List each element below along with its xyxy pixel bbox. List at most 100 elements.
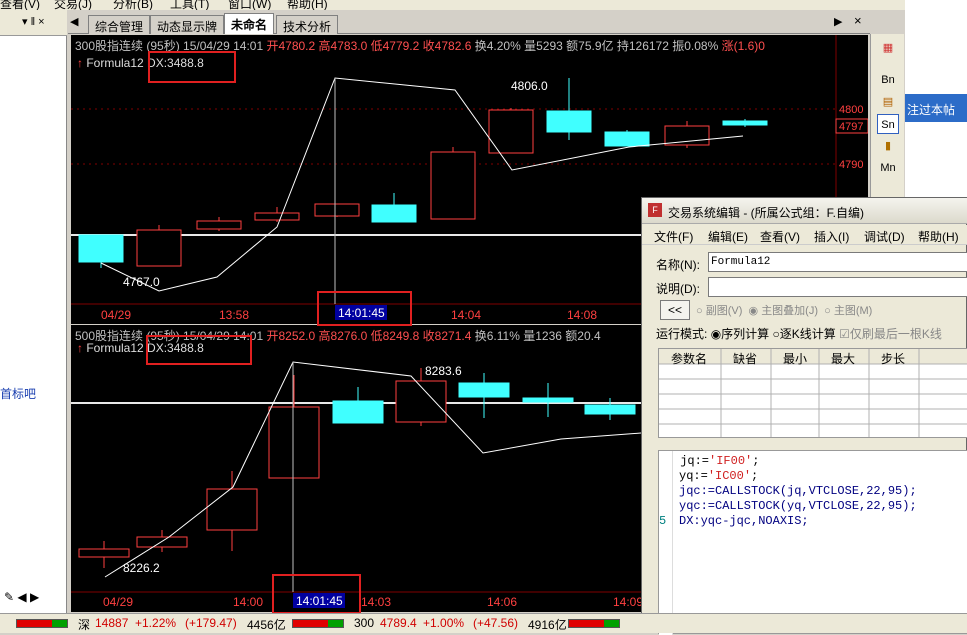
tab-next-icon[interactable]: ▶ [834, 15, 842, 28]
position: 持126172 [616, 39, 669, 53]
candle [206, 488, 258, 531]
market-breadth-bar-1 [16, 619, 68, 628]
tab-bar: ◀ 综合管理 动态显示牌 未命名 技术分析 ▶ × [68, 10, 870, 34]
annot-low: 4767.0 [123, 275, 160, 289]
tab-tech-analysis[interactable]: 技术分析 [276, 15, 339, 34]
highlight-box-time-2 [272, 574, 361, 614]
high-value: 高8276.0 [318, 329, 368, 343]
radio-sub-chart[interactable]: ○ [696, 305, 703, 317]
formula-editor-dialog: F 交易系统编辑 - (所属公式组：F.自编) 文件(F) 编辑(E) 查看(V… [641, 197, 967, 635]
refresh-last-label: 仅刷最后一根K线 [849, 327, 942, 341]
tab-close-icon[interactable]: × [854, 13, 862, 28]
sz-amount: 4456亿 [247, 618, 286, 632]
param-col-max: 最大 [831, 352, 856, 366]
description-input[interactable] [708, 277, 967, 297]
x-tick: 14:08 [567, 308, 597, 322]
right-panel-banner[interactable]: 注过本帖 [905, 94, 967, 122]
candle [314, 203, 360, 217]
param-col-default: 缺省 [733, 352, 758, 366]
hs300-index: 4789.4 [380, 616, 417, 630]
menubar: 查看(V) 交易(J) 分析(B) 工具(T) 窗口(W) 帮助(H) [0, 0, 905, 10]
market-breadth-bar-3 [568, 619, 620, 628]
candle [196, 220, 242, 230]
toolbar-mn[interactable]: Mn [877, 158, 899, 178]
tab-unnamed[interactable]: 未命名 [224, 13, 275, 34]
pen-icon[interactable]: ✎ [4, 590, 14, 604]
dialog-menu-help[interactable]: 帮助(H) [918, 228, 959, 245]
dialog-menu-insert[interactable]: 插入(I) [814, 228, 849, 245]
collapse-button[interactable]: << [660, 300, 690, 320]
x-tick: 14:04 [451, 308, 481, 322]
minute-icon[interactable]: ▮ [877, 136, 899, 156]
refresh-last-checkbox[interactable]: ☑ [839, 327, 850, 341]
candle [430, 151, 476, 220]
candle [664, 125, 710, 146]
toolbar-bn[interactable]: Bn [877, 70, 899, 90]
low-value: 低8249.8 [370, 329, 420, 343]
menu-help[interactable]: 帮助(H) [287, 0, 328, 10]
right-panel: 注过本帖 [905, 0, 967, 200]
dialog-menu-edit[interactable]: 编辑(E) [708, 228, 748, 245]
dialog-titlebar: F 交易系统编辑 - (所属公式组：F.自编) [642, 198, 967, 224]
candle [136, 229, 182, 267]
x-tick: 13:58 [219, 308, 249, 322]
radio-main-overlay[interactable]: ◉ [749, 305, 759, 317]
sz-change: +1.22% [135, 616, 177, 630]
x-tick: 14:06 [487, 595, 517, 609]
market-breadth-bar-2 [292, 619, 344, 628]
dialog-menu-view[interactable]: 查看(V) [760, 228, 800, 245]
period-icon[interactable]: ▤ [877, 92, 899, 112]
code-editor[interactable]: jq:='IF00'; yq:='IC00'; jqc:=CALLSTOCK(j… [658, 450, 967, 635]
chart-placement-group: ○ 副图(V) ◉ 主图叠加(J) ○ 主图(M) [696, 302, 872, 318]
left-panel-controls[interactable]: ▾ ‖ × [22, 15, 45, 28]
candle [546, 110, 592, 133]
param-col-min: 最小 [783, 352, 808, 366]
hs300-amount: 4916亿 [528, 618, 567, 632]
highlight-box-time-1 [317, 291, 412, 326]
radio-sequence-label: 序列计算 [721, 327, 770, 341]
dialog-app-icon: F [648, 203, 662, 217]
nav-prev-icon[interactable]: ◀ [17, 590, 26, 604]
annot-high: 4806.0 [511, 79, 548, 93]
sz-points: (+179.47) [185, 616, 237, 630]
chart-type-icon[interactable]: ▦ [877, 38, 899, 58]
rise-value: 涨(1.6)0 [721, 39, 765, 53]
tab-management[interactable]: 综合管理 [88, 15, 151, 34]
menu-view[interactable]: 查看(V) [0, 0, 40, 10]
highlight-box-dx-2 [146, 335, 252, 365]
dialog-menu-debug[interactable]: 调试(D) [864, 228, 905, 245]
tab-prev-icon[interactable]: ◀ [70, 15, 78, 28]
menu-tools[interactable]: 工具(T) [170, 0, 209, 10]
param-table[interactable]: 参数名 缺省 最小 最大 步长 [658, 348, 967, 438]
x-tick: 14:03 [361, 595, 391, 609]
left-panel-link[interactable]: 首标吧 [0, 385, 36, 402]
menu-analysis[interactable]: 分析(B) [113, 0, 153, 10]
candle [371, 204, 417, 223]
candle [268, 406, 320, 479]
volume: 量5293 [524, 39, 563, 53]
turnover-rate: 换6.11% [474, 329, 520, 343]
radio-per-bar[interactable]: ○ [773, 327, 780, 341]
radio-main-chart[interactable]: ○ [824, 305, 831, 317]
right-panel-text[interactable]: 注过本帖 [907, 101, 955, 118]
nav-next-icon[interactable]: ▶ [30, 590, 39, 604]
radio-sequence[interactable]: ◉ [711, 327, 721, 341]
candle [254, 212, 300, 221]
left-panel-nav[interactable]: ✎ ◀ ▶ [4, 590, 39, 604]
menu-trade[interactable]: 交易(J) [54, 0, 92, 10]
tab-dynamic-board[interactable]: 动态显示牌 [150, 15, 225, 34]
run-mode-row: 运行模式: ◉序列计算 ○逐K线计算 ☑仅刷最后一根K线 [656, 325, 942, 342]
param-col-name: 参数名 [671, 352, 708, 366]
name-input[interactable] [708, 252, 967, 272]
dialog-menu-file[interactable]: 文件(F) [654, 228, 693, 245]
price-label: 4790 [839, 159, 863, 171]
candle [136, 536, 188, 548]
turnover-rate: 换4.20% [474, 39, 521, 53]
description-label: 说明(D): [656, 282, 700, 296]
arrow-up-icon: ↑ [77, 56, 83, 70]
code-line-4: yqc:=CALLSTOCK(yq,VTCLOSE,22,95); [679, 499, 917, 513]
menu-window[interactable]: 窗口(W) [228, 0, 271, 10]
toolbar-sn[interactable]: Sn [877, 114, 899, 134]
status-bar: 深 14887 +1.22% (+179.47) 4456亿 300 4789.… [0, 613, 967, 633]
bar-time: 14:01 [233, 39, 264, 53]
